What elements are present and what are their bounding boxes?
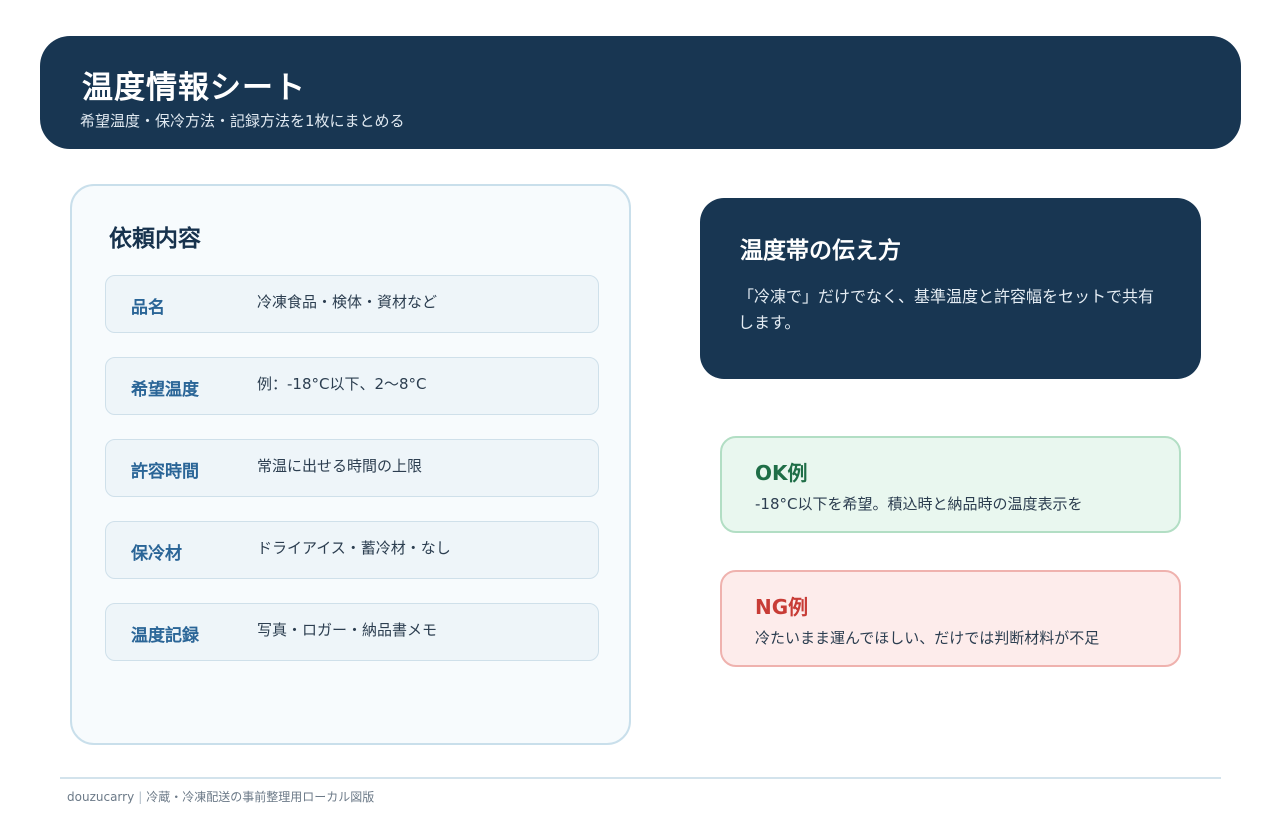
request-card: 依頼内容 品名 冷凍食品・検体・資材など 希望温度 例：-18°C以下、2〜8°… — [70, 184, 631, 745]
footer: douzucarry | 冷蔵・冷凍配送の事前整理用ローカル図版 — [67, 788, 374, 805]
guidance-title: 温度帯の伝え方 — [740, 238, 901, 264]
footer-divider — [60, 777, 1221, 779]
page-title: 温度情報シート — [82, 70, 306, 106]
row-label: 温度記録 — [131, 626, 199, 646]
request-row-temperature-record: 温度記録 写真・ロガー・納品書メモ — [105, 603, 599, 661]
footer-brand: douzucarry — [67, 790, 135, 804]
row-value: 冷凍食品・検体・資材など — [257, 293, 438, 311]
ok-example-card: OK例 -18°C以下を希望。積込時と納品時の温度表示を — [720, 436, 1181, 533]
footer-separator: | — [138, 790, 143, 804]
row-label: 希望温度 — [131, 380, 199, 400]
request-card-title: 依頼内容 — [109, 226, 201, 252]
temperature-guidance-card: 温度帯の伝え方 「冷凍で」だけでなく、基準温度と許容幅をセットで共有します。 — [700, 198, 1201, 379]
row-value: 常温に出せる時間の上限 — [257, 457, 423, 475]
ok-example-title: OK例 — [755, 461, 808, 485]
row-label: 品名 — [131, 298, 165, 318]
request-row-cooling-material: 保冷材 ドライアイス・蓄冷材・なし — [105, 521, 599, 579]
header-banner: 温度情報シート 希望温度・保冷方法・記録方法を1枚にまとめる — [40, 36, 1241, 149]
row-label: 許容時間 — [131, 462, 199, 482]
ng-example-title: NG例 — [755, 595, 809, 619]
request-row-desired-temperature: 希望温度 例：-18°C以下、2〜8°C — [105, 357, 599, 415]
footer-caption: 冷蔵・冷凍配送の事前整理用ローカル図版 — [146, 790, 375, 804]
guidance-body: 「冷凍で」だけでなく、基準温度と許容幅をセットで共有します。 — [738, 287, 1155, 332]
ok-example-text: -18°C以下を希望。積込時と納品時の温度表示を — [755, 495, 1083, 513]
request-row-allowed-time: 許容時間 常温に出せる時間の上限 — [105, 439, 599, 497]
request-row-item-name: 品名 冷凍食品・検体・資材など — [105, 275, 599, 333]
ng-example-text: 冷たいまま運んでほしい、だけでは判断材料が不足 — [755, 629, 1100, 647]
row-value: 写真・ロガー・納品書メモ — [257, 621, 438, 639]
request-rows: 品名 冷凍食品・検体・資材など 希望温度 例：-18°C以下、2〜8°C 許容時… — [105, 275, 599, 685]
row-value: ドライアイス・蓄冷材・なし — [257, 539, 451, 557]
ng-example-card: NG例 冷たいまま運んでほしい、だけでは判断材料が不足 — [720, 570, 1181, 667]
page-subtitle: 希望温度・保冷方法・記録方法を1枚にまとめる — [80, 112, 405, 130]
row-value: 例：-18°C以下、2〜8°C — [257, 375, 427, 393]
row-label: 保冷材 — [131, 544, 182, 564]
